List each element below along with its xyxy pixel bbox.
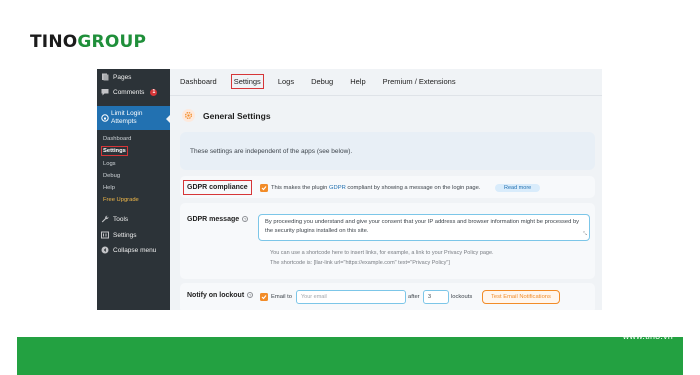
tab-help[interactable]: Help [350, 77, 365, 86]
submenu-debug[interactable]: Debug [103, 173, 120, 179]
notify-lockout-label-wrap: Notify on lockout? [187, 292, 254, 299]
sidebar-item-label: Tools [113, 215, 129, 223]
tab-premium-extensions[interactable]: Premium / Extensions [383, 77, 456, 86]
email-input[interactable]: Your email [296, 290, 406, 304]
gdpr-compliance-checkbox[interactable] [260, 184, 268, 192]
page: TINOGROUP Pages Comments 1 Limit Login At… [0, 0, 700, 375]
sidebar-item-label: Limit Login Attempts [111, 110, 143, 125]
settings-tabs: Dashboard Settings Logs Debug Help Premi… [180, 74, 473, 89]
logo-text-tino: TINO [30, 32, 78, 52]
read-more-button[interactable]: Read more [495, 184, 541, 192]
main-content: Dashboard Settings Logs Debug Help Premi… [170, 69, 602, 310]
test-email-notifications-button[interactable]: Test Email Notifications [482, 290, 560, 304]
pages-icon [101, 73, 109, 81]
submenu-settings[interactable]: Settings [101, 146, 128, 156]
footer-bar [17, 337, 683, 375]
checkmark-icon [261, 186, 267, 191]
gdpr-compliance-description: This makes the plugin GDPR compliant by … [271, 185, 480, 191]
help-icon[interactable]: ? [242, 216, 249, 223]
sidebar-item-tools[interactable]: Tools [101, 215, 128, 223]
logo-text-group: GROUP [77, 32, 147, 52]
after-label: after [408, 294, 420, 300]
sidebar-item-settings[interactable]: Settings [101, 231, 137, 239]
tabs-divider [170, 95, 602, 96]
sidebar-item-label: Collapse menu [113, 246, 157, 254]
gear-icon [182, 109, 195, 122]
gdpr-message-value: By proceeding you understand and give yo… [265, 219, 580, 234]
tab-logs[interactable]: Logs [278, 77, 294, 86]
gdpr-message-textarea[interactable]: By proceeding you understand and give yo… [258, 214, 590, 241]
gdpr-message-label: GDPR message [187, 216, 240, 223]
email-to-label: Email to [271, 294, 292, 300]
sidebar-item-limit-login-attempts[interactable]: Limit Login Attempts [97, 106, 171, 130]
gdpr-shortcode-hint: The shortcode is: [llar-link url="https:… [270, 260, 450, 266]
submenu-dashboard[interactable]: Dashboard [103, 136, 131, 142]
gdpr-compliance-label: GDPR compliance [183, 180, 252, 195]
site-url: www.tino.vn [622, 331, 673, 341]
tab-debug[interactable]: Debug [311, 77, 333, 86]
resize-handle-icon[interactable]: ⤡ [583, 230, 587, 239]
submenu-help[interactable]: Help [103, 185, 115, 191]
tino-group-logo: TINOGROUP [30, 32, 146, 52]
submenu-logs[interactable]: Logs [103, 161, 116, 167]
gdpr-text-after: compliant by showing a message on the lo… [347, 185, 481, 191]
sidebar-item-label: Settings [113, 231, 137, 239]
tab-dashboard[interactable]: Dashboard [180, 77, 217, 86]
comments-count-badge: 1 [150, 88, 158, 96]
section-title: General Settings [203, 110, 271, 121]
gdpr-text-before: This makes the plugin [271, 185, 328, 191]
gdpr-message-hint: You can use a shortcode here to insert l… [270, 250, 494, 256]
gdpr-link[interactable]: GDPR [329, 185, 346, 191]
notify-lockout-label: Notify on lockout [187, 292, 245, 299]
gdpr-message-label-wrap: GDPR message? [187, 216, 249, 223]
lockout-count-input[interactable]: 3 [423, 290, 449, 304]
wrench-icon [101, 215, 109, 223]
admin-sidebar: Pages Comments 1 Limit Login Attempts Das… [97, 69, 171, 310]
info-text: These settings are independent of the ap… [190, 148, 353, 155]
tab-settings[interactable]: Settings [230, 74, 264, 89]
settings-icon [101, 231, 109, 239]
section-header: General Settings [182, 109, 271, 122]
submenu-free-upgrade[interactable]: Free Upgrade [103, 197, 139, 203]
collapse-icon [101, 246, 109, 254]
help-icon[interactable]: ? [247, 292, 254, 299]
sidebar-item-comments[interactable]: Comments 1 [101, 88, 158, 96]
lock-icon [101, 114, 109, 122]
lockouts-label: lockouts [451, 294, 473, 300]
comments-icon [101, 88, 109, 96]
sidebar-item-label: Pages [113, 73, 132, 81]
sidebar-collapse-menu[interactable]: Collapse menu [101, 246, 156, 254]
checkmark-icon [261, 295, 267, 300]
notify-email-checkbox[interactable] [260, 293, 268, 301]
sidebar-item-label: Comments [113, 88, 145, 96]
sidebar-item-pages[interactable]: Pages [101, 73, 131, 81]
wordpress-screenshot: Pages Comments 1 Limit Login Attempts Das… [97, 69, 602, 310]
